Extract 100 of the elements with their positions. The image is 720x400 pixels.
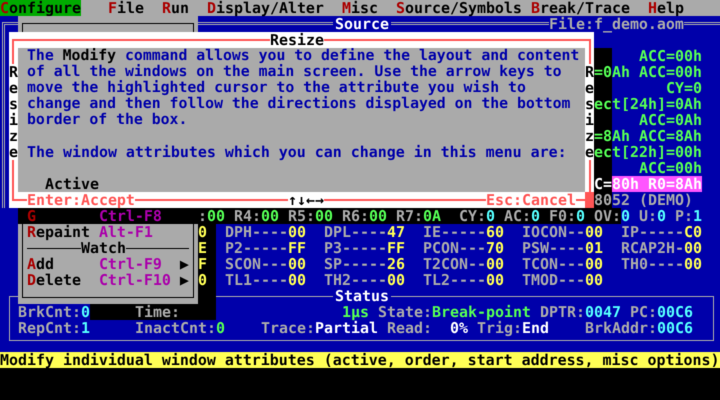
menu-item[interactable]: File (108, 0, 144, 16)
register-value: 00 (387, 272, 405, 288)
status-label: InactCnt: (135, 320, 216, 336)
register-label: TH2---- (324, 272, 387, 288)
status-message: Modify individual window attributes (active, order, start address, misc options) (0, 352, 720, 368)
status-value: End (522, 320, 549, 336)
register-label: P3----- (324, 240, 387, 256)
register-value: 00 (585, 224, 603, 240)
register-value: 00 (684, 240, 702, 256)
register-label: IE----- (423, 224, 486, 240)
status-label: RepCnt: (18, 320, 81, 336)
register-label: TL1---- (225, 272, 288, 288)
register-value: 0 (198, 224, 207, 240)
status-value: 00C6 (657, 304, 693, 320)
flag-label: AC: (504, 208, 531, 224)
register-value: 00 (684, 256, 702, 272)
status-value: 1µs (342, 304, 369, 320)
status-value: Break-point (432, 304, 531, 320)
register-value: 70 (486, 240, 504, 256)
menu-item[interactable]: Delete Ctrl-F10 ▶ (27, 272, 189, 288)
register-value: 00 (486, 256, 504, 272)
menu-item[interactable]: Misc (342, 0, 378, 16)
status-label: DPTR: (540, 304, 585, 320)
register-value: 0 (198, 272, 207, 288)
flag-value: 0 (531, 208, 540, 224)
register-value: 00 (288, 256, 306, 272)
status-value: 1 (81, 320, 90, 336)
resize-handle[interactable] (585, 192, 594, 208)
register-value: 00 (585, 272, 603, 288)
register-value: FF (387, 240, 405, 256)
status-label: State: (378, 304, 432, 320)
menu-item[interactable]: Source/Symbols (396, 0, 522, 16)
register-value: E (198, 240, 207, 256)
register-label: : (198, 208, 207, 224)
menu-item[interactable]: Run (162, 0, 189, 16)
register-value: 00 (585, 256, 603, 272)
flag-label: P: (675, 208, 693, 224)
register-label: IOCON-- (522, 224, 585, 240)
dialog-title: Resize (270, 32, 324, 48)
register-value: C0 (684, 224, 702, 240)
status-value: 0% (450, 320, 468, 336)
flag-label: CY: (459, 208, 486, 224)
flag-value: 0 (657, 208, 666, 224)
accept-hint: Enter:Accept (27, 192, 135, 208)
register-label: P2----- (225, 240, 288, 256)
register-label: SP----- (324, 256, 387, 272)
register-label: PCON--- (423, 240, 486, 256)
flag-label: U: (639, 208, 657, 224)
register-value: 00 (288, 224, 306, 240)
register-value: FF (288, 240, 306, 256)
register-label: PSW---- (522, 240, 585, 256)
status-label: BrkCnt: (18, 304, 81, 320)
register-value: 00 (207, 208, 225, 224)
file-name: File:f_demo.aom (549, 16, 684, 32)
register-label: RCAP2H- (621, 240, 684, 256)
status-value: 0047 (585, 304, 621, 320)
register-label: T2CON-- (423, 256, 486, 272)
register-value: 00 (261, 208, 279, 224)
dialog-description: The Modify command allows you to define the layout and content of all the windows on the main screen. Use the arrow keys to move the highlighted cursor to the attribute you wish to change and then follow the directions displayed on the bottom border of the box. (27, 48, 580, 128)
register-value: 00 (369, 208, 387, 224)
menu-item[interactable]: Display/Alter (207, 0, 324, 16)
register-label: IP----- (621, 224, 684, 240)
status-label: BrkAddr: (585, 320, 657, 336)
menu-item[interactable]: Break/Trace (531, 0, 630, 16)
status-value: Partial (315, 320, 378, 336)
side-label: Resize (9, 64, 18, 160)
register-label: TCON--- (522, 256, 585, 272)
status-label: Time: (135, 304, 180, 320)
register-label: R4: (234, 208, 261, 224)
menu-item[interactable]: Configure (0, 0, 81, 16)
flag-label: OV: (594, 208, 621, 224)
processor-label: 8052 (DEMO) (594, 192, 693, 208)
register-label: SCON--- (225, 256, 288, 272)
register-value: 0A (423, 208, 441, 224)
register-label: R5: (288, 208, 315, 224)
register-value: F (198, 256, 207, 272)
register-label: TL2---- (423, 272, 486, 288)
window-title: Source (333, 16, 391, 32)
register-label: R7: (396, 208, 423, 224)
menu-item[interactable]: Add Ctrl-F9 ▶ (27, 256, 189, 272)
register-value: 00 (486, 272, 504, 288)
attribute-option[interactable]: Active (45, 176, 99, 192)
register-value: 00 (288, 272, 306, 288)
window-title: Status (333, 288, 391, 304)
flag-value: 0 (486, 208, 495, 224)
flag-value: 0 (576, 208, 585, 224)
status-label: PC: (630, 304, 657, 320)
dialog-text: The window attributes which you can change in this menu are: (27, 144, 567, 160)
flag-value: 1 (693, 208, 702, 224)
flag-value: 0 (621, 208, 630, 224)
status-value: 0 (216, 320, 225, 336)
status-label: Trig: (477, 320, 522, 336)
cancel-hint: Esc:Cancel (486, 192, 576, 208)
register-value: 01 (585, 240, 603, 256)
register-label: TMOD--- (522, 272, 585, 288)
menu-item[interactable]: Repaint Alt-F1 (27, 224, 189, 240)
menu-item[interactable]: Help (648, 0, 684, 16)
register-value: 60 (486, 224, 504, 240)
status-value: 0 (81, 304, 90, 320)
register-value: 00 (315, 208, 333, 224)
